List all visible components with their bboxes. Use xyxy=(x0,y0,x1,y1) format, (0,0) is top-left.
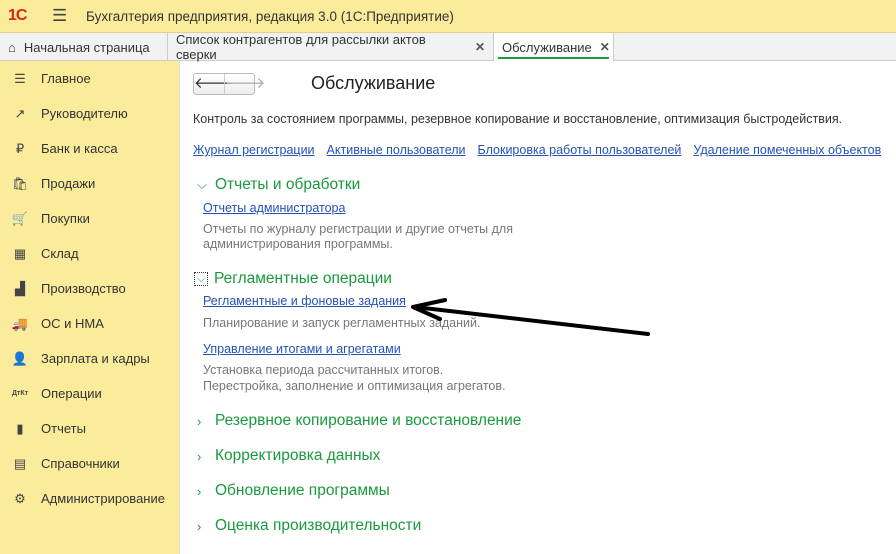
annotation-arrow xyxy=(411,298,650,336)
